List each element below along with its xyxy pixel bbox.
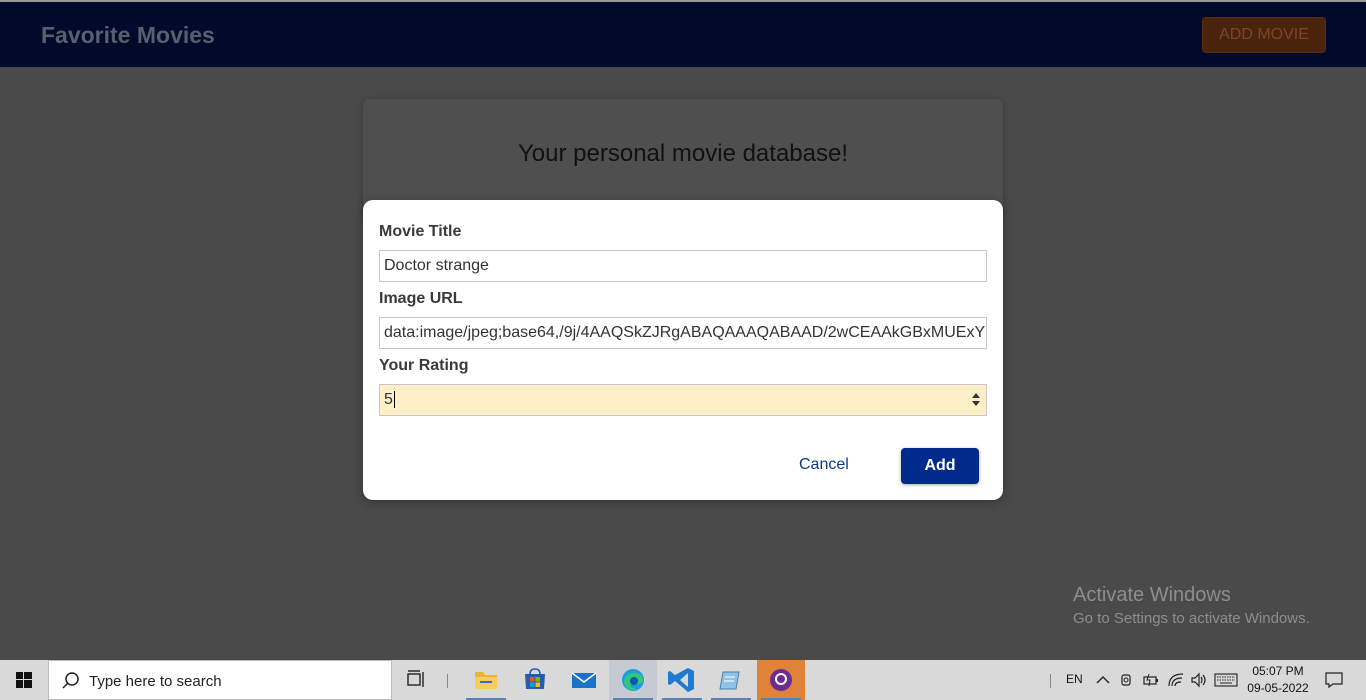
wifi-icon[interactable]	[1167, 672, 1185, 688]
keyboard-icon[interactable]	[1214, 673, 1238, 687]
search-icon	[62, 672, 79, 689]
image-url-input[interactable]: data:image/jpeg;base64,/9j/4AAQSkZJRgABA…	[379, 317, 987, 349]
microsoft-store-icon[interactable]	[511, 660, 559, 700]
windows-start-icon[interactable]	[0, 660, 48, 700]
file-explorer-icon[interactable]	[462, 660, 510, 700]
rating-label: Your Rating	[379, 357, 469, 374]
activate-windows-watermark: Activate Windows Go to Settings to activ…	[1073, 584, 1310, 627]
vscode-icon[interactable]	[658, 660, 706, 700]
add-movie-button[interactable]: ADD MOVIE	[1202, 17, 1326, 53]
taskbar-separator	[447, 674, 448, 688]
chevron-up-icon[interactable]	[1096, 674, 1110, 686]
app-brand[interactable]: Favorite Movies	[41, 22, 215, 49]
taskbar-search-box[interactable]: Type here to search	[48, 660, 392, 700]
volume-icon[interactable]	[1190, 672, 1208, 688]
mail-icon[interactable]	[560, 660, 608, 700]
spinner-down-icon[interactable]	[972, 401, 980, 406]
watermark-title: Activate Windows	[1073, 584, 1231, 606]
add-button[interactable]: Add	[901, 448, 979, 484]
spinner-up-icon[interactable]	[972, 393, 980, 398]
number-spinner[interactable]	[972, 393, 980, 407]
rating-value: 5	[384, 391, 393, 408]
meet-now-icon[interactable]	[1120, 672, 1134, 688]
movie-title-label: Movie Title	[379, 223, 462, 240]
text-caret	[393, 391, 395, 409]
notepad-icon[interactable]	[707, 660, 755, 700]
search-placeholder: Type here to search	[89, 673, 222, 690]
page-tagline: Your personal movie database!	[518, 140, 848, 167]
clock-time: 05:07 PM	[1252, 664, 1304, 678]
language-indicator[interactable]: EN	[1066, 672, 1083, 686]
cancel-button[interactable]: Cancel	[799, 456, 849, 474]
notification-icon[interactable]	[1324, 671, 1344, 689]
movie-title-input[interactable]: Doctor strange	[379, 250, 987, 282]
taskbar: Type here to search EN 05:07 PM 09-05-20…	[0, 660, 1366, 700]
system-clock[interactable]: 05:07 PM 09-05-2022	[1243, 663, 1313, 697]
image-url-label: Image URL	[379, 290, 463, 307]
add-movie-modal: Movie Title Doctor strange Image URL dat…	[363, 200, 1003, 500]
tray-separator	[1050, 674, 1051, 688]
watermark-subtitle: Go to Settings to activate Windows.	[1073, 610, 1310, 627]
app-header: Favorite Movies ADD MOVIE	[0, 2, 1366, 67]
battery-icon[interactable]	[1143, 672, 1159, 688]
github-desktop-icon[interactable]	[757, 660, 805, 700]
clock-date: 09-05-2022	[1247, 681, 1309, 695]
edge-browser-icon[interactable]	[609, 660, 657, 700]
task-view-icon[interactable]	[392, 660, 440, 700]
rating-input[interactable]: 5	[379, 384, 987, 416]
